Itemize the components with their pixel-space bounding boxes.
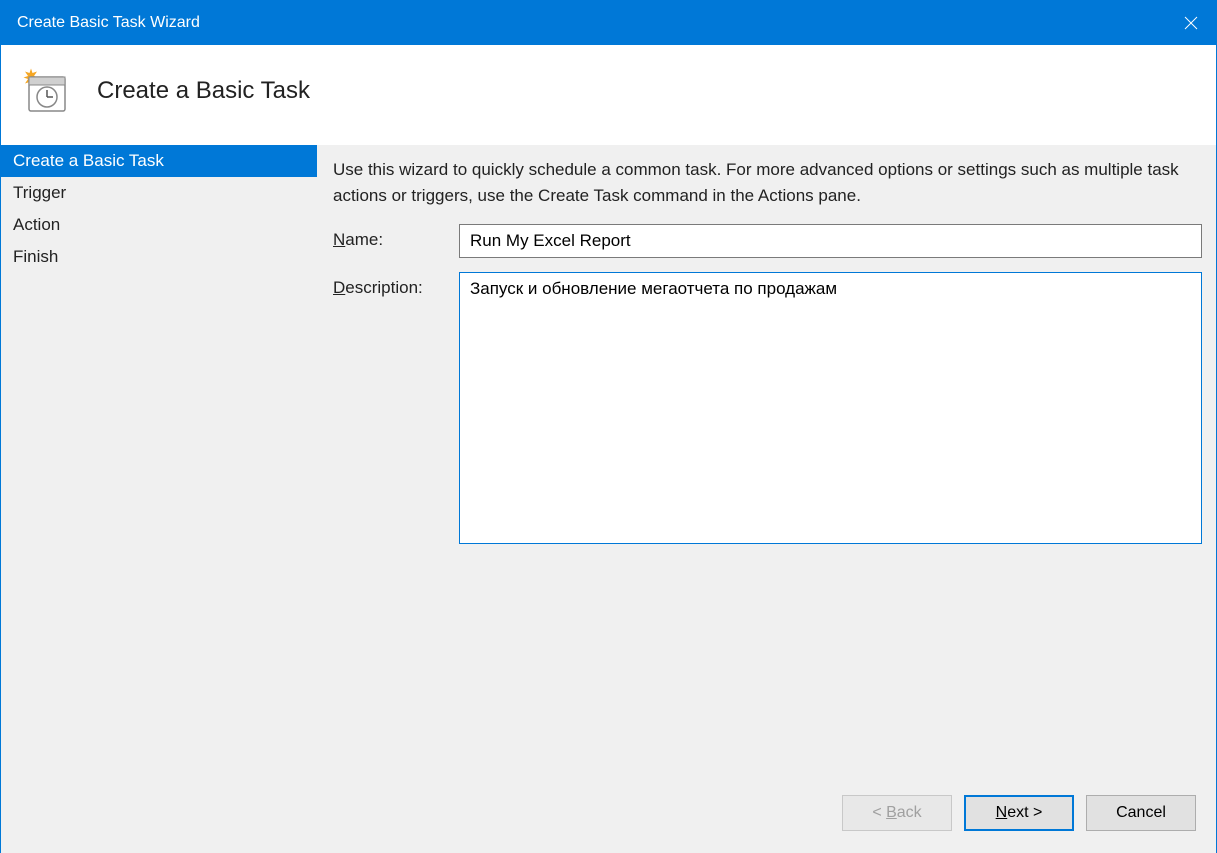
back-button: < Back: [842, 795, 952, 831]
content-area: Create a Basic Task Trigger Action Finis…: [1, 145, 1216, 774]
close-icon: [1184, 16, 1198, 30]
instructions-text: Use this wizard to quickly schedule a co…: [333, 157, 1202, 210]
name-input[interactable]: [459, 224, 1202, 258]
titlebar: Create Basic Task Wizard: [1, 1, 1216, 45]
description-input[interactable]: [459, 272, 1202, 544]
page-title: Create a Basic Task: [97, 77, 310, 105]
wizard-steps-sidebar: Create a Basic Task Trigger Action Finis…: [1, 145, 317, 774]
description-label: Description:: [333, 272, 459, 298]
step-create-basic-task[interactable]: Create a Basic Task: [1, 145, 317, 177]
wizard-header: Create a Basic Task: [1, 45, 1216, 145]
wizard-footer: < Back Next > Cancel: [1, 773, 1216, 853]
description-row: Description:: [333, 272, 1202, 544]
name-label: Name:: [333, 224, 459, 250]
step-trigger[interactable]: Trigger: [1, 177, 317, 209]
name-row: Name:: [333, 224, 1202, 258]
step-finish[interactable]: Finish: [1, 241, 317, 273]
window-title: Create Basic Task Wizard: [17, 14, 200, 32]
main-panel: Use this wizard to quickly schedule a co…: [317, 145, 1216, 774]
close-button[interactable]: [1166, 1, 1216, 45]
next-button[interactable]: Next >: [964, 795, 1074, 831]
cancel-button[interactable]: Cancel: [1086, 795, 1196, 831]
step-action[interactable]: Action: [1, 209, 317, 241]
wizard-icon: [21, 67, 69, 115]
